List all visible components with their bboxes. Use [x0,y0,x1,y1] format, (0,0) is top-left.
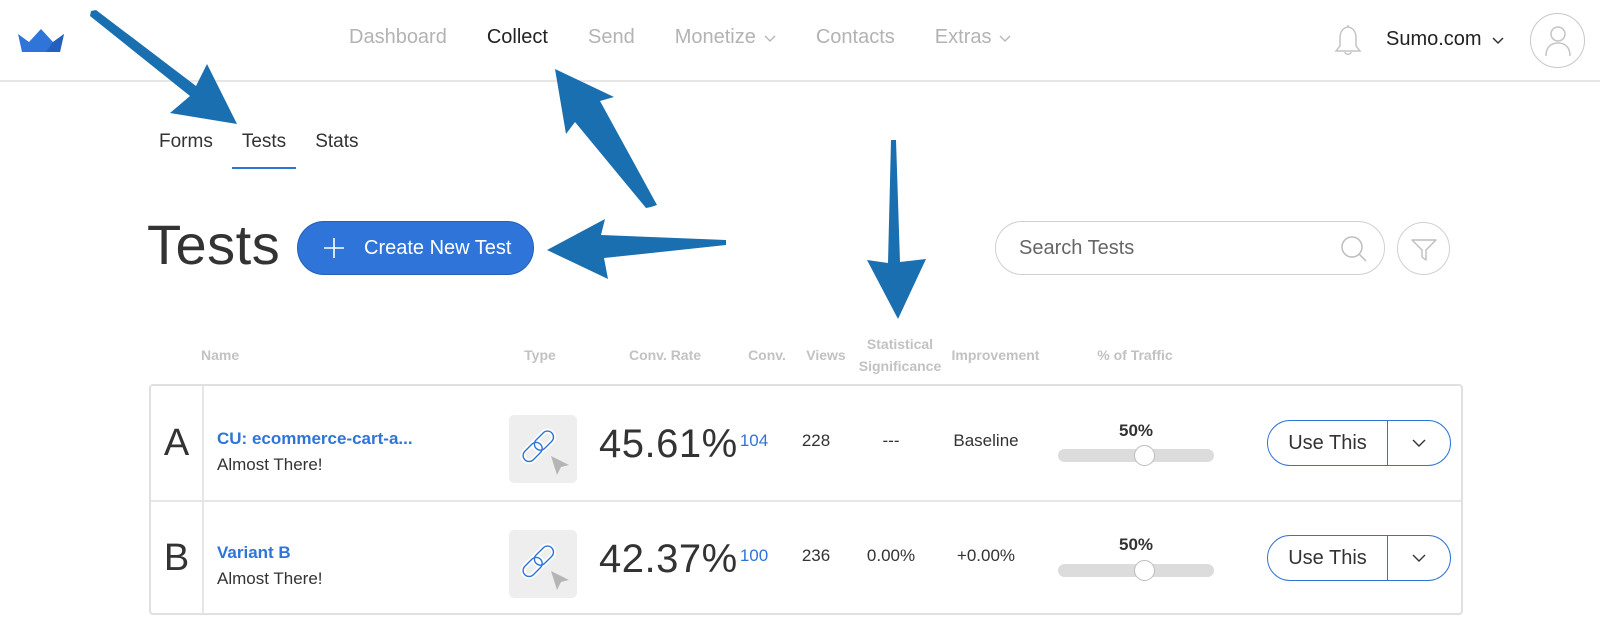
variant-subtitle: Almost There! [217,455,323,474]
conversions-count[interactable]: 100 [734,546,774,566]
traffic-slider-thumb[interactable] [1133,560,1155,581]
main-nav: Dashboard Collect Send Monetize Contacts… [349,26,1051,49]
nav-contacts-label: Contacts [815,26,895,48]
account-menu[interactable]: Sumo.com [1386,28,1504,51]
nav-extras[interactable]: Extras [935,26,1012,49]
search-input[interactable] [1019,236,1319,260]
page-title: Tests [147,213,281,276]
use-this-button[interactable]: Use This [1268,421,1388,465]
tests-table: A CU: ecommerce-cart-a... Almost There! … [149,384,1463,615]
create-new-test-button[interactable]: Create New Test [297,221,534,275]
traffic-slider[interactable] [1058,560,1214,581]
column-header-name: Name [201,347,240,363]
nav-collect[interactable]: Collect [487,26,548,49]
crown-icon[interactable] [16,26,66,54]
user-icon [1544,25,1571,56]
tab-stats[interactable]: Stats [315,131,358,165]
column-header-conv: Conv. [748,347,786,363]
type-badge [509,415,577,483]
link-click-icon [520,428,569,475]
table-row: A CU: ecommerce-cart-a... Almost There! … [151,386,1461,500]
nav-extras-label: Extras [934,26,992,48]
nav-contacts[interactable]: Contacts [816,26,895,49]
column-header-views: Views [806,347,846,363]
nav-dashboard-label: Dashboard [349,26,447,48]
bell-icon[interactable] [1333,22,1363,58]
filter-button[interactable] [1397,222,1450,275]
table-row: B Variant B Almost There! 42.37% 100 236… [151,500,1461,614]
traffic-percent-label: 50% [1118,421,1154,440]
sub-navigation: Forms Tests Stats [159,131,388,169]
traffic-percent-label: 50% [1118,535,1154,554]
type-badge [509,530,577,598]
account-label: Sumo.com [1386,28,1482,50]
tab-forms[interactable]: Forms [159,131,213,165]
improvement: +0.00% [956,546,1016,565]
nav-send[interactable]: Send [588,26,635,49]
nav-send-label: Send [587,26,635,48]
annotation-arrow-collect [555,69,657,208]
chevron-down-icon [1412,554,1426,562]
views-count: 236 [801,546,831,565]
plus-icon [324,238,344,258]
conversion-rate: 45.61% [599,422,738,466]
funnel-icon [1410,238,1437,261]
column-header-improvement: Improvement [951,347,1040,363]
column-header-conv-rate: Conv. Rate [628,347,702,363]
link-click-icon [520,543,569,590]
chevron-down-icon [1000,35,1011,42]
use-this-button-group: Use This [1267,420,1451,466]
column-header-sig-line1: Statistical [866,336,934,352]
chevron-down-icon [1412,439,1426,447]
views-count: 228 [801,431,831,450]
avatar[interactable] [1530,13,1585,68]
annotation-arrow-create-button [547,219,726,279]
tab-forms-label: Forms [159,131,213,152]
chevron-down-icon [1492,36,1504,44]
variant-name-link[interactable]: CU: ecommerce-cart-a... [217,429,413,449]
conversion-rate: 42.37% [599,537,738,581]
use-this-dropdown[interactable] [1388,536,1450,580]
improvement: Baseline [953,431,1019,450]
variant-letter: B [151,502,204,614]
variant-letter: A [151,386,204,500]
create-new-test-label: Create New Test [364,236,512,259]
variant-subtitle: Almost There! [217,569,323,588]
chevron-down-icon [764,35,776,42]
conversions-count[interactable]: 104 [734,431,774,451]
tab-stats-label: Stats [315,131,359,152]
top-navigation-bar: Dashboard Collect Send Monetize Contacts… [0,0,1600,82]
statistical-significance: 0.00% [866,546,916,565]
nav-monetize-label: Monetize [674,26,756,48]
tab-tests-label: Tests [241,131,287,152]
column-header-traffic: % of Traffic [1097,347,1173,363]
use-this-button[interactable]: Use This [1268,536,1388,580]
annotation-arrow-significance [867,140,926,319]
column-header-statistical-significance: Statistical Significance [850,333,950,377]
nav-collect-label: Collect [486,26,548,48]
variant-name-link[interactable]: Variant B [217,543,291,563]
traffic-slider[interactable] [1058,445,1214,466]
traffic-slider-thumb[interactable] [1133,445,1155,466]
column-header-sig-line2: Significance [858,358,942,374]
nav-monetize[interactable]: Monetize [675,26,776,49]
use-this-button-group: Use This [1267,535,1451,581]
statistical-significance: --- [882,431,900,450]
column-header-type: Type [524,347,556,363]
search-tests [995,221,1385,275]
nav-dashboard[interactable]: Dashboard [349,26,447,49]
search-icon[interactable] [1340,235,1368,263]
tab-tests[interactable]: Tests [231,131,297,169]
use-this-dropdown[interactable] [1388,421,1450,465]
